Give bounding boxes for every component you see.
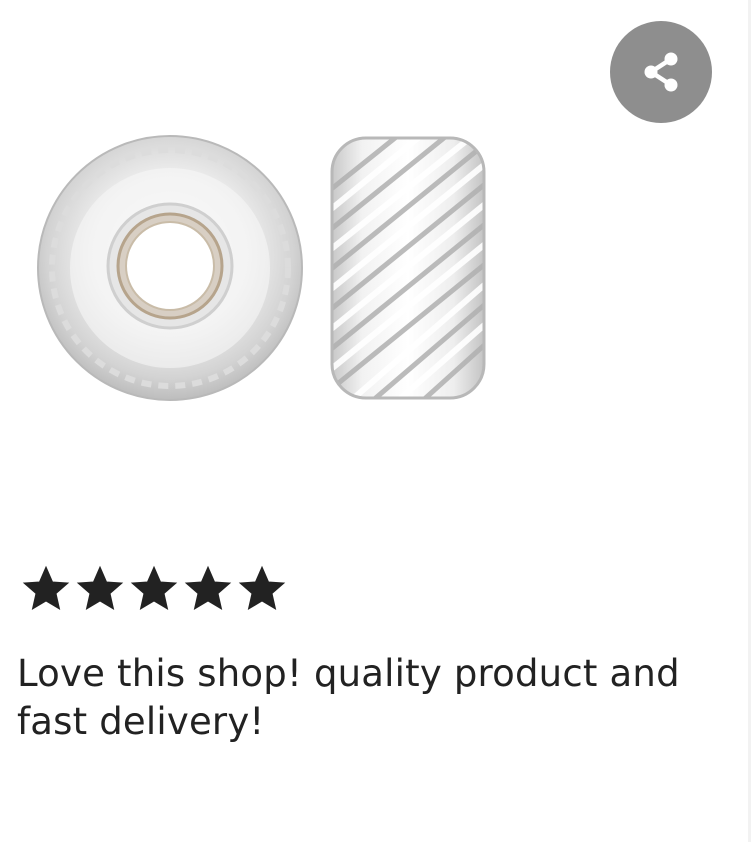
- star-icon: [76, 565, 124, 611]
- star-icon: [130, 565, 178, 611]
- star-rating: [20, 564, 288, 612]
- bead-front-view: [37, 135, 303, 401]
- bead-side-view: [330, 136, 486, 400]
- star-icon: [22, 565, 70, 611]
- share-button[interactable]: [610, 21, 712, 123]
- review-text: Love this shop! quality product and fast…: [17, 652, 680, 743]
- product-image: [37, 135, 486, 401]
- share-icon: [644, 52, 678, 92]
- review-card: Love this shop! quality product and fast…: [0, 0, 751, 842]
- star-icon: [238, 565, 286, 611]
- star-icon: [184, 565, 232, 611]
